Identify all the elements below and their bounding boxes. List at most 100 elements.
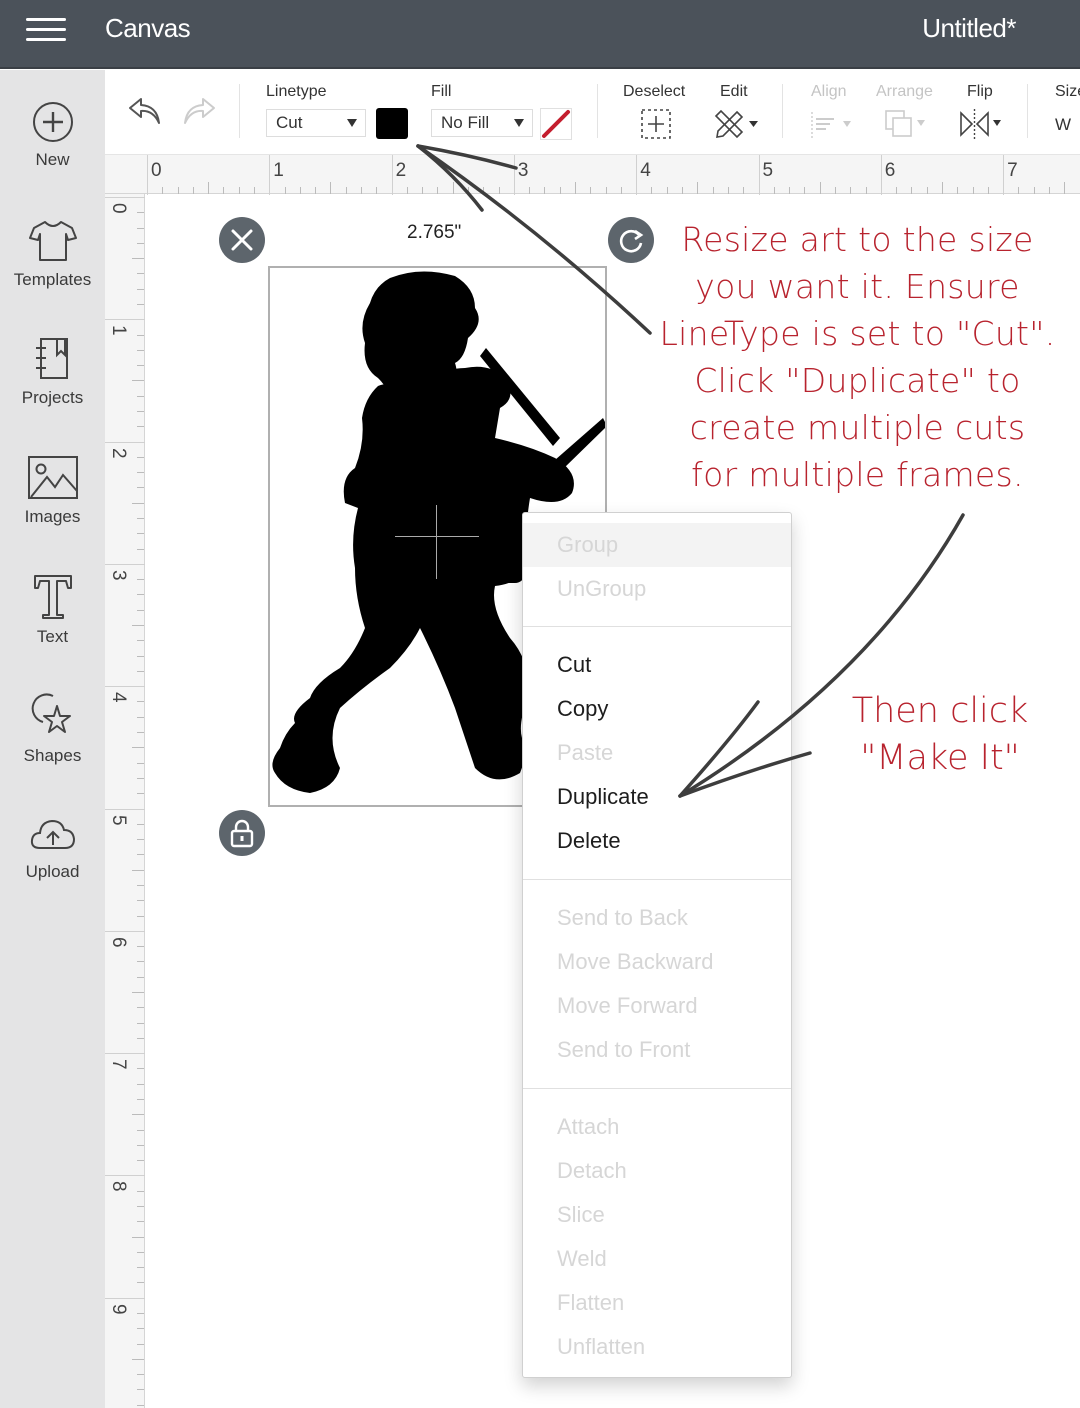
ruler-minor-tick — [137, 839, 144, 841]
ruler-minor-tick — [208, 182, 210, 194]
delete-handle[interactable] — [219, 217, 265, 263]
no-fill-slash-icon — [542, 110, 570, 138]
ruler-minor-tick — [804, 187, 806, 194]
ruler-minor-tick — [137, 1282, 144, 1284]
ruler-minor-tick — [315, 187, 317, 194]
flip-dropdown-button[interactable] — [958, 108, 1006, 145]
menu-separator — [523, 1088, 791, 1089]
ruler-minor-tick — [223, 187, 225, 194]
redo-button[interactable] — [181, 96, 217, 131]
ruler-minor-tick — [575, 182, 577, 194]
ruler-minor-tick — [137, 548, 144, 550]
annotation-line: LineType is set to "Cut". — [659, 314, 1056, 353]
ruler-minor-tick — [132, 625, 144, 627]
menu-item-weld[interactable]: Weld — [523, 1237, 791, 1281]
context-menu: Group UnGroup Cut Copy Paste Duplicate Delete S… — [522, 512, 792, 1378]
ruler-minor-tick — [666, 187, 668, 194]
sidebar-item-text[interactable]: Text — [0, 573, 105, 673]
annotation-line: Click "Duplicate" to — [694, 361, 1021, 400]
ruler-minor-tick — [137, 288, 144, 290]
menu-item-delete[interactable]: Delete — [523, 819, 791, 863]
ruler-minor-tick — [137, 304, 144, 305]
ruler-major-tick — [105, 1297, 145, 1299]
undo-button[interactable] — [127, 96, 163, 131]
ruler-number: 9 — [108, 1303, 129, 1315]
ruler-number: 0 — [151, 160, 162, 181]
menu-item-move-backward[interactable]: Move Backward — [523, 940, 791, 984]
menu-item-slice[interactable]: Slice — [523, 1193, 791, 1237]
lock-handle[interactable] — [219, 810, 265, 856]
ruler-number: 7 — [1007, 160, 1018, 181]
menu-item-duplicate[interactable]: Duplicate — [523, 775, 791, 819]
annotation-line: for multiple frames. — [691, 455, 1024, 494]
menu-item-cut[interactable]: Cut — [523, 643, 791, 687]
ruler-number: 1 — [273, 160, 284, 181]
ruler-minor-tick — [137, 334, 144, 336]
ruler-major-tick — [880, 155, 882, 195]
linetype-label: Linetype — [266, 83, 327, 100]
ruler-minor-tick — [137, 884, 144, 886]
ruler-minor-tick — [819, 182, 821, 194]
ruler-minor-tick — [137, 854, 144, 856]
sidebar-item-upload[interactable]: Upload — [0, 812, 105, 912]
edit-dropdown-button[interactable] — [713, 108, 761, 145]
ruler-minor-tick — [957, 187, 959, 194]
ruler-major-tick — [147, 155, 148, 195]
ruler-minor-tick — [132, 380, 144, 382]
rotate-handle[interactable] — [608, 217, 654, 263]
ruler-minor-tick — [789, 187, 791, 194]
menu-item-flatten[interactable]: Flatten — [523, 1281, 791, 1325]
menu-item-paste[interactable]: Paste — [523, 731, 791, 775]
ruler-major-tick — [1003, 155, 1005, 195]
annotation-line: "Make It" — [860, 738, 1020, 778]
ruler-minor-tick — [137, 533, 144, 535]
ruler-number: 1 — [108, 325, 129, 336]
menu-item-move-forward[interactable]: Move Forward — [523, 984, 791, 1028]
ruler-number: 8 — [108, 1181, 129, 1192]
ruler-minor-tick — [422, 187, 424, 194]
ruler-minor-tick — [137, 1221, 144, 1223]
ruler-minor-tick — [132, 869, 144, 871]
ruler-minor-tick — [137, 655, 144, 657]
ruler-minor-tick — [137, 1374, 144, 1376]
hamburger-menu-icon[interactable] — [26, 16, 66, 44]
ruler-number: 7 — [108, 1059, 129, 1070]
menu-item-send-to-back[interactable]: Send to Back — [523, 896, 791, 940]
sidebar-item-shapes[interactable]: Shapes — [0, 692, 105, 792]
sidebar-item-images[interactable]: Images — [0, 455, 105, 555]
ruler-minor-tick — [1018, 187, 1020, 194]
edit-label: Edit — [720, 83, 748, 100]
plus-circle-icon — [32, 102, 73, 142]
arrange-dropdown-button[interactable] — [883, 108, 929, 145]
ruler-minor-tick — [712, 187, 714, 194]
menu-item-attach[interactable]: Attach — [523, 1105, 791, 1149]
ruler-minor-tick — [682, 187, 684, 194]
menu-item-group[interactable]: Group — [523, 523, 791, 567]
ruler-minor-tick — [544, 187, 546, 194]
undo-icon — [129, 98, 160, 124]
fill-select[interactable]: No Fill — [431, 109, 533, 137]
sidebar-item-new[interactable]: New — [0, 100, 105, 200]
linetype-color-swatch[interactable] — [376, 108, 408, 139]
linetype-select[interactable]: Cut — [266, 109, 366, 137]
ruler-minor-tick — [468, 187, 470, 194]
annotation-line: you want it. Ensure — [695, 267, 1020, 306]
deselect-button[interactable] — [640, 108, 672, 145]
document-title[interactable]: Untitled* — [922, 13, 1016, 44]
ruler-minor-tick — [137, 1190, 144, 1192]
menu-item-copy[interactable]: Copy — [523, 687, 791, 731]
align-dropdown-button[interactable] — [809, 110, 855, 145]
fill-color-swatch[interactable] — [540, 108, 572, 140]
menu-item-send-to-front[interactable]: Send to Front — [523, 1028, 791, 1072]
menu-item-unflatten[interactable]: Unflatten — [523, 1325, 791, 1369]
menu-item-ungroup[interactable]: UnGroup — [523, 567, 791, 611]
ruler-minor-tick — [697, 182, 699, 194]
sidebar-item-projects[interactable]: Projects — [0, 336, 105, 436]
sidebar-item-label: Images — [24, 507, 81, 526]
ruler-minor-tick — [137, 976, 144, 978]
ruler-minor-tick — [137, 609, 144, 611]
ruler-minor-tick — [911, 187, 913, 194]
menu-item-detach[interactable]: Detach — [523, 1149, 791, 1193]
ruler-minor-tick — [361, 187, 363, 194]
sidebar-item-templates[interactable]: Templates — [0, 218, 105, 318]
